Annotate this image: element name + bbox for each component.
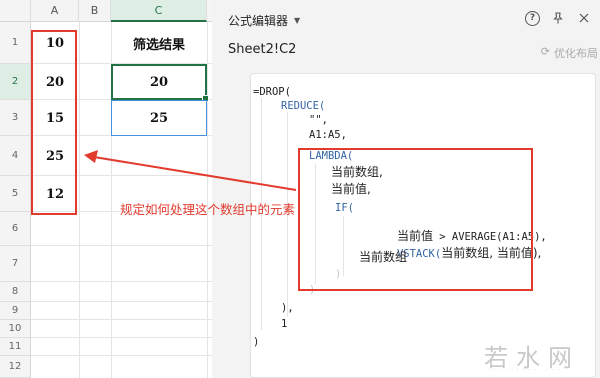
- annotation-arrow: [84, 150, 297, 191]
- annotation-text: 规定如何处理这个数组中的元素: [120, 202, 296, 217]
- watermark-sub: · · · · · · · · · · · · · ·: [482, 367, 561, 374]
